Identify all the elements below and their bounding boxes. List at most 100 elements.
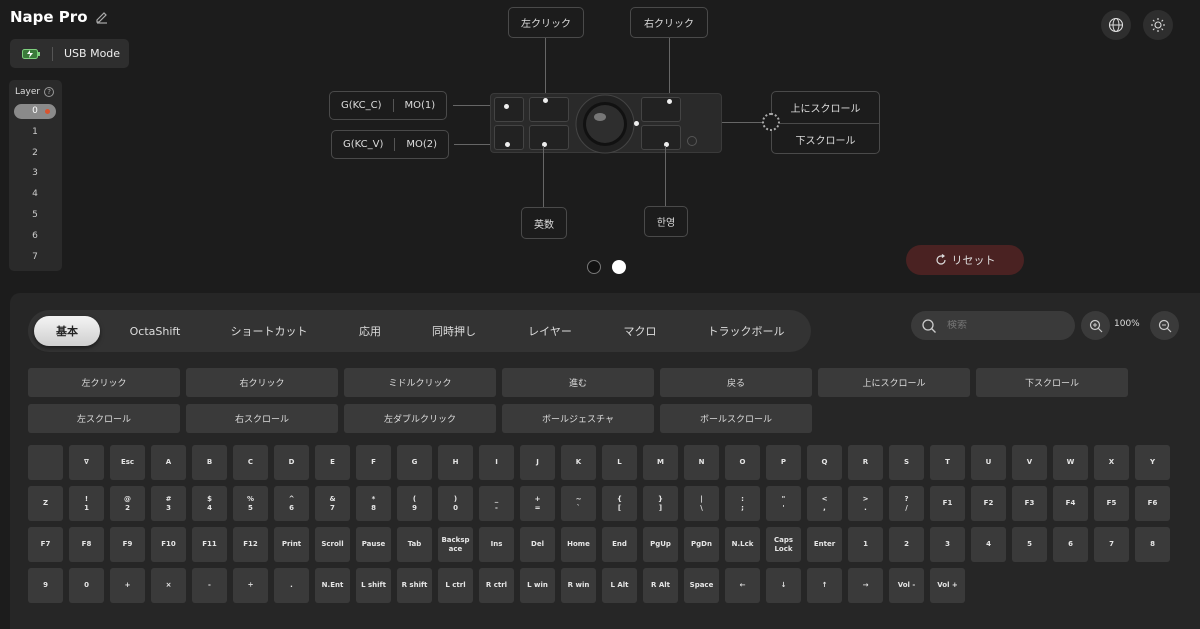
theme-button[interactable] — [1143, 10, 1173, 40]
keycode-key[interactable]: $ 4 — [192, 486, 227, 521]
keycode-key[interactable]: → — [848, 568, 883, 603]
keycode-key[interactable]: & 7 — [315, 486, 350, 521]
keycode-key[interactable]: ↑ — [807, 568, 842, 603]
callout-scroll-up[interactable]: 上にスクロール — [772, 92, 879, 123]
keycode-key[interactable]: " ' — [766, 486, 801, 521]
keycode-key[interactable]: L ctrl — [438, 568, 473, 603]
keycode-key[interactable]: R shift — [397, 568, 432, 603]
keycode-key[interactable]: . — [274, 568, 309, 603]
language-button[interactable] — [1101, 10, 1131, 40]
keycode-key[interactable]: L shift — [356, 568, 391, 603]
tab-advanced[interactable]: 応用 — [350, 310, 390, 352]
keycode-key[interactable]: F5 — [1094, 486, 1129, 521]
keycode-key[interactable]: Pause — [356, 527, 391, 562]
keycode-key[interactable]: N — [684, 445, 719, 480]
keycode-key[interactable]: G — [397, 445, 432, 480]
keycode-key[interactable]: D — [274, 445, 309, 480]
device-key-3[interactable] — [529, 97, 569, 122]
keycode-key[interactable]: C — [233, 445, 268, 480]
keycode-key[interactable]: ∇ — [69, 445, 104, 480]
search-bar[interactable] — [911, 311, 1075, 340]
device-key-4[interactable] — [529, 125, 569, 150]
keycode-key[interactable]: R ctrl — [479, 568, 514, 603]
keycode-key[interactable]: F1 — [930, 486, 965, 521]
layer-item-2[interactable]: 2 — [14, 146, 56, 161]
keycode-key[interactable]: < , — [807, 486, 842, 521]
keycode-key[interactable]: Esc — [110, 445, 145, 480]
keycode-key[interactable]: 9 — [28, 568, 63, 603]
device-key-5[interactable] — [641, 97, 681, 122]
keycode-key[interactable]: 6 — [1053, 527, 1088, 562]
page-dot-1[interactable] — [587, 260, 601, 274]
keycode-key[interactable]: - — [192, 568, 227, 603]
keycode-key[interactable]: + — [110, 568, 145, 603]
keycode-key[interactable]: Z — [28, 486, 63, 521]
callout-bottom-left[interactable]: 英数 — [521, 207, 567, 239]
keycode-key[interactable]: PgUp — [643, 527, 678, 562]
layer-item-0[interactable]: 0 — [14, 104, 56, 119]
keycode-key[interactable]: A — [151, 445, 186, 480]
keycode-key[interactable]: U — [971, 445, 1006, 480]
mouse-action-button[interactable]: ボールジェスチャ — [502, 404, 654, 433]
keycode-key[interactable]: Vol + — [930, 568, 965, 603]
keycode-key[interactable]: L win — [520, 568, 555, 603]
tab-combo[interactable]: 同時押し — [423, 310, 485, 352]
edit-icon[interactable] — [95, 10, 109, 24]
keycode-key[interactable]: R Alt — [643, 568, 678, 603]
keycode-key[interactable]: M — [643, 445, 678, 480]
keycode-key[interactable]: ( 9 — [397, 486, 432, 521]
mouse-action-button[interactable]: 戻る — [660, 368, 812, 397]
keycode-key[interactable]: F12 — [233, 527, 268, 562]
keycode-key[interactable]: > . — [848, 486, 883, 521]
layer-item-4[interactable]: 4 — [14, 187, 56, 202]
mouse-action-button[interactable]: 左ダブルクリック — [344, 404, 496, 433]
layer-item-1[interactable]: 1 — [14, 125, 56, 140]
mouse-action-button[interactable]: 上にスクロール — [818, 368, 970, 397]
keycode-key[interactable]: I — [479, 445, 514, 480]
keycode-key[interactable]: F8 — [69, 527, 104, 562]
keycode-key[interactable]: R — [848, 445, 883, 480]
keycode-key[interactable]: ~ ` — [561, 486, 596, 521]
keycode-key[interactable]: W — [1053, 445, 1088, 480]
keycode-key[interactable]: Ins — [479, 527, 514, 562]
device-key-1[interactable] — [494, 97, 524, 122]
tab-octashift[interactable]: OctaShift — [120, 310, 190, 352]
tab-trackball[interactable]: トラックボール — [696, 310, 796, 352]
reset-button[interactable]: リセット — [906, 245, 1024, 275]
keycode-key[interactable]: X — [1094, 445, 1129, 480]
keycode-key[interactable]: _ - — [479, 486, 514, 521]
keycode-key[interactable]: ? / — [889, 486, 924, 521]
tab-macro[interactable]: マクロ — [617, 310, 663, 352]
callout-scroll-down[interactable]: 下スクロール — [772, 123, 879, 154]
keycode-key[interactable]: F9 — [110, 527, 145, 562]
keycode-key[interactable]: F6 — [1135, 486, 1170, 521]
zoom-in-button[interactable] — [1081, 311, 1110, 340]
tab-layer[interactable]: レイヤー — [521, 310, 579, 352]
keycode-key[interactable]: × — [151, 568, 186, 603]
layer-item-3[interactable]: 3 — [14, 166, 56, 181]
keycode-key[interactable]: Q — [807, 445, 842, 480]
keycode-key[interactable]: Y — [1135, 445, 1170, 480]
keycode-key[interactable]: B — [192, 445, 227, 480]
keycode-key[interactable]: @ 2 — [110, 486, 145, 521]
mouse-action-button[interactable]: 左スクロール — [28, 404, 180, 433]
keycode-key[interactable]: Caps Lock — [766, 527, 801, 562]
keycode-key[interactable]: Space — [684, 568, 719, 603]
keycode-key[interactable]: F2 — [971, 486, 1006, 521]
layer-item-7[interactable]: 7 — [14, 250, 56, 265]
keycode-key[interactable]: Enter — [807, 527, 842, 562]
keycode-key[interactable]: ^ 6 — [274, 486, 309, 521]
keycode-key[interactable]: F10 — [151, 527, 186, 562]
keycode-key[interactable]: Del — [520, 527, 555, 562]
device-key-6[interactable] — [641, 125, 681, 150]
keycode-key[interactable]: 1 — [848, 527, 883, 562]
tab-basic[interactable]: 基本 — [34, 316, 100, 346]
keycode-key[interactable]: Home — [561, 527, 596, 562]
keycode-key[interactable]: # 3 — [151, 486, 186, 521]
keycode-key[interactable]: S — [889, 445, 924, 480]
mouse-action-button[interactable]: ミドルクリック — [344, 368, 496, 397]
keycode-key[interactable]: O — [725, 445, 760, 480]
callout-right-click[interactable]: 右クリック — [630, 7, 708, 38]
keycode-key[interactable]: 2 — [889, 527, 924, 562]
keycode-key[interactable]: Vol - — [889, 568, 924, 603]
